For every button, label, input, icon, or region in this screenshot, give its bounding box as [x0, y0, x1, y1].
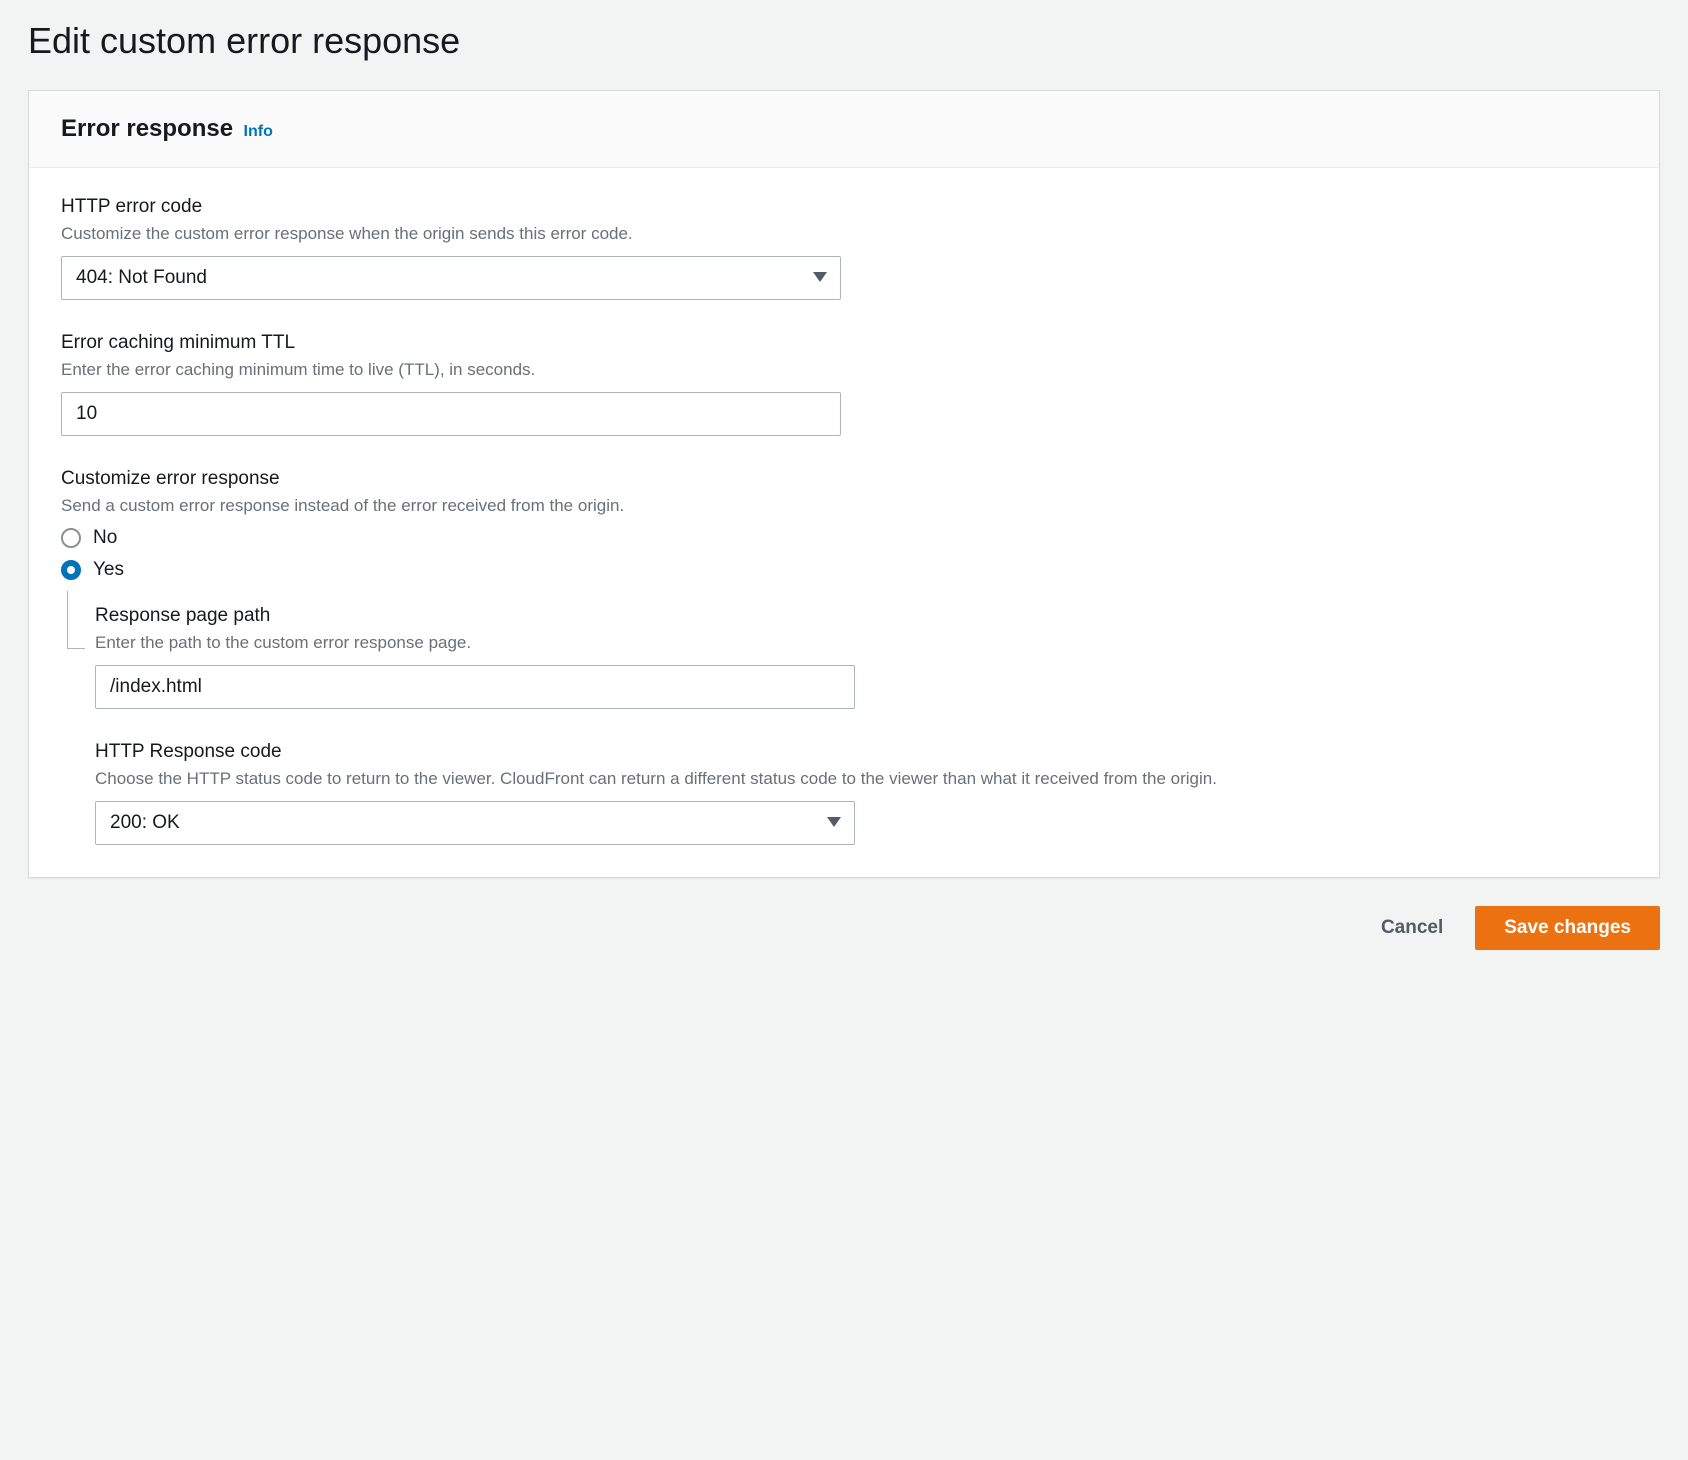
customize-hint: Send a custom error response instead of …: [61, 494, 1627, 518]
customize-label: Customize error response: [61, 468, 1627, 490]
panel-header: Error response Info: [29, 91, 1659, 168]
http-response-code-select[interactable]: 200: OK: [95, 801, 855, 845]
error-ttl-hint: Enter the error caching minimum time to …: [61, 358, 1627, 382]
field-http-response-code: HTTP Response code Choose the HTTP statu…: [95, 741, 1627, 845]
panel-title: Error response: [61, 115, 233, 142]
error-response-panel: Error response Info HTTP error code Cust…: [28, 90, 1660, 878]
http-error-code-label: HTTP error code: [61, 196, 1627, 218]
customize-radio-no[interactable]: No: [61, 527, 1627, 549]
customize-radio-yes-label: Yes: [93, 559, 124, 581]
customize-radio-no-label: No: [93, 527, 117, 549]
info-link[interactable]: Info: [244, 123, 273, 140]
field-error-ttl: Error caching minimum TTL Enter the erro…: [61, 332, 1627, 436]
http-error-code-hint: Customize the custom error response when…: [61, 222, 1627, 246]
customize-radio-group: No Yes: [61, 527, 1627, 581]
footer-actions: Cancel Save changes: [28, 878, 1660, 962]
http-error-code-value: 404: Not Found: [76, 267, 207, 289]
radio-unchecked-icon: [61, 528, 81, 548]
response-path-label: Response page path: [95, 605, 1627, 627]
save-button[interactable]: Save changes: [1475, 906, 1660, 950]
response-page-path-input[interactable]: [95, 665, 855, 709]
page-title: Edit custom error response: [28, 20, 1660, 62]
field-http-error-code: HTTP error code Customize the custom err…: [61, 196, 1627, 300]
panel-body: HTTP error code Customize the custom err…: [29, 168, 1659, 877]
cancel-button[interactable]: Cancel: [1373, 907, 1451, 949]
customize-subfields: Response page path Enter the path to the…: [67, 591, 1627, 845]
response-code-hint: Choose the HTTP status code to return to…: [95, 767, 1627, 791]
indent-line-icon: [67, 591, 85, 649]
response-code-label: HTTP Response code: [95, 741, 1627, 763]
http-error-code-select[interactable]: 404: Not Found: [61, 256, 841, 300]
error-ttl-label: Error caching minimum TTL: [61, 332, 1627, 354]
customize-radio-yes[interactable]: Yes: [61, 559, 1627, 581]
response-path-hint: Enter the path to the custom error respo…: [95, 631, 1627, 655]
field-customize-error-response: Customize error response Send a custom e…: [61, 468, 1627, 845]
http-response-code-value: 200: OK: [110, 812, 180, 834]
field-response-page-path: Response page path Enter the path to the…: [95, 605, 1627, 709]
radio-checked-icon: [61, 560, 81, 580]
error-ttl-input[interactable]: [61, 392, 841, 436]
